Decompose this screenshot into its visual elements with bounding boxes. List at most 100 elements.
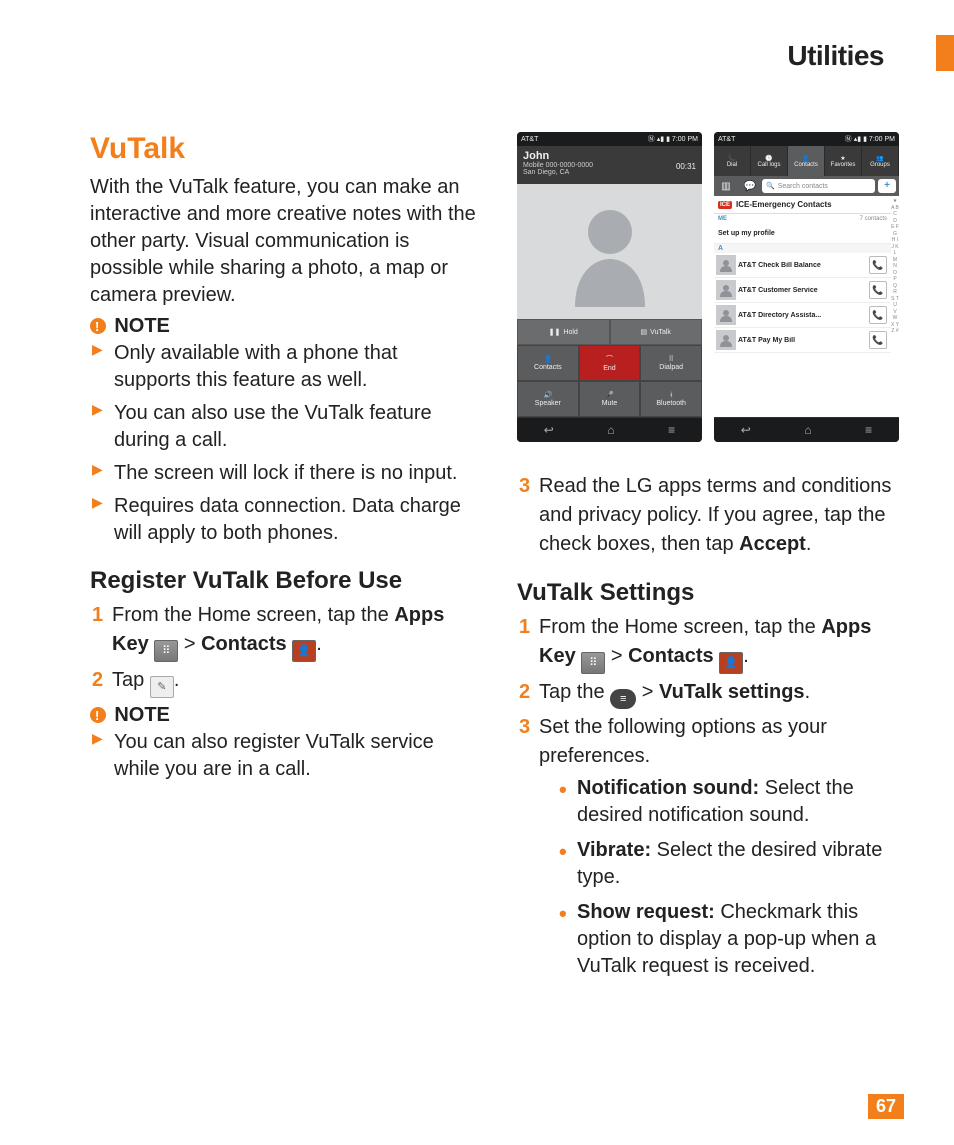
step-item: Set the following options as your prefer…: [517, 713, 904, 980]
speaker-button[interactable]: 🔊Speaker: [517, 381, 579, 417]
signal-icon: ▴▮: [657, 135, 664, 143]
figure-phone-contacts: AT&T Ⓝ▴▮▮7:00 PM 📞Dial 🕓Call logs 👤Conta…: [714, 132, 899, 442]
step-item: From the Home screen, tap the Apps Key ⠿…: [517, 613, 904, 674]
add-contact-button[interactable]: +: [878, 179, 896, 193]
person-icon: 👤: [543, 355, 552, 363]
avatar-icon: [716, 255, 736, 275]
search-icon: 🔍: [766, 182, 775, 190]
call-timer: 00:31: [676, 162, 696, 171]
subheading-register: Register VuTalk Before Use: [90, 567, 477, 595]
caller-name: John: [523, 150, 696, 162]
speaker-icon: 🔊: [543, 391, 552, 399]
end-call-button[interactable]: ⌒End: [579, 345, 641, 381]
note-icon: ▤: [641, 328, 648, 336]
contacts-icon: 👤: [292, 640, 316, 662]
continued-steps: Read the LG apps terms and conditions an…: [517, 472, 904, 559]
note-item: Only available with a phone that support…: [90, 340, 477, 394]
mute-button[interactable]: 🎤Mute: [579, 381, 641, 417]
contact-row[interactable]: AT&T Check Bill Balance 📞: [714, 253, 891, 278]
call-icon[interactable]: 📞: [869, 256, 887, 274]
dialpad-icon: ⠿: [669, 355, 674, 363]
register-steps: From the Home screen, tap the Apps Key ⠿…: [90, 601, 477, 698]
tab-call-logs[interactable]: 🕓Call logs: [751, 146, 788, 176]
apps-key-icon: ⠿: [154, 640, 178, 662]
clock-label: 7:00 PM: [869, 136, 895, 143]
alpha-scroll[interactable]: ★ A B C D E F G H I J K L M N O P Q R S …: [891, 196, 899, 417]
tab-contacts[interactable]: 👤Contacts: [788, 146, 825, 176]
tab-favorites[interactable]: ★Favorites: [825, 146, 862, 176]
subheading-settings: VuTalk Settings: [517, 579, 904, 607]
contacts-button[interactable]: 👤Contacts: [517, 345, 579, 381]
ice-badge-icon: ICE: [718, 201, 732, 209]
header-title: Utilities: [787, 40, 884, 72]
caller-location: San Diego, CA: [523, 169, 696, 176]
note-label: !NOTE: [90, 315, 477, 338]
call-icon[interactable]: 📞: [869, 331, 887, 349]
battery-icon: ▮: [666, 135, 670, 143]
bullet-item: Show request: Checkmark this option to d…: [559, 899, 904, 980]
figure-phone-in-call: AT&T Ⓝ▴▮▮7:00 PM John Mobile 000-0000-00…: [517, 132, 702, 442]
home-icon[interactable]: ⌂: [607, 423, 614, 437]
ice-row[interactable]: ICE ICE-Emergency Contacts: [714, 196, 891, 214]
note-item: Requires data connection. Data charge wi…: [90, 493, 477, 547]
bullet-item: Vibrate: Select the desired vibrate type…: [559, 837, 904, 891]
menu-icon[interactable]: ≡: [668, 423, 675, 437]
back-icon[interactable]: ↩: [741, 423, 751, 437]
hangup-icon: ⌒: [606, 354, 613, 364]
setup-profile[interactable]: Set up my profile: [714, 224, 891, 244]
bluetooth-button[interactable]: ᚼBluetooth: [640, 381, 702, 417]
dialpad-button[interactable]: ⠿Dialpad: [640, 345, 702, 381]
back-icon[interactable]: ↩: [544, 423, 554, 437]
carrier-label: AT&T: [718, 136, 735, 143]
note-item: The screen will lock if there is no inpu…: [90, 460, 477, 487]
section-title: VuTalk: [90, 132, 477, 166]
caller-number: Mobile 000-0000-0000: [523, 162, 696, 169]
menu-key-icon: ≡: [610, 689, 636, 709]
contacts-icon: 👤: [719, 652, 743, 674]
avatar-icon: [716, 330, 736, 350]
note-item: You can also use the VuTalk feature duri…: [90, 400, 477, 454]
pencil-icon: ✎: [150, 676, 174, 698]
clock-label: 7:00 PM: [672, 136, 698, 143]
page-number: 67: [868, 1094, 904, 1119]
step-item: Tap the ≡ > VuTalk settings.: [517, 678, 904, 709]
apps-key-icon: ⠿: [581, 652, 605, 674]
carrier-label: AT&T: [521, 136, 538, 143]
settings-steps: From the Home screen, tap the Apps Key ⠿…: [517, 613, 904, 980]
tab-groups[interactable]: 👥Groups: [862, 146, 899, 176]
avatar-icon: [716, 280, 736, 300]
note-item: You can also register VuTalk service whi…: [90, 729, 477, 783]
note-label: !NOTE: [90, 704, 477, 727]
step-item: Read the LG apps terms and conditions an…: [517, 472, 904, 559]
note-list: You can also register VuTalk service whi…: [90, 729, 477, 783]
avatar-icon: [716, 305, 736, 325]
call-icon[interactable]: 📞: [869, 281, 887, 299]
chat-icon[interactable]: 💬: [738, 181, 762, 192]
signal-icon: ▴▮: [854, 135, 861, 143]
contact-row[interactable]: AT&T Pay My Bill 📞: [714, 328, 891, 353]
search-placeholder: Search contacts: [778, 183, 828, 190]
tab-dial[interactable]: 📞Dial: [714, 146, 751, 176]
contact-row[interactable]: AT&T Directory Assista... 📞: [714, 303, 891, 328]
contact-row[interactable]: AT&T Customer Service 📞: [714, 278, 891, 303]
battery-icon: ▮: [863, 135, 867, 143]
history-icon[interactable]: ▥: [714, 181, 738, 192]
pause-icon: ❚❚: [549, 328, 561, 336]
step-item: From the Home screen, tap the Apps Key ⠿…: [90, 601, 477, 662]
bluetooth-icon: ᚼ: [669, 392, 673, 399]
nfc-icon: Ⓝ: [648, 134, 655, 144]
note-list: Only available with a phone that support…: [90, 340, 477, 547]
right-column: AT&T Ⓝ▴▮▮7:00 PM John Mobile 000-0000-00…: [517, 132, 904, 988]
me-row: ME7 contacts: [714, 214, 891, 224]
nfc-icon: Ⓝ: [845, 134, 852, 144]
bullet-item: Notification sound: Select the desired n…: [559, 775, 904, 829]
hold-button[interactable]: ❚❚Hold: [517, 319, 610, 345]
search-input[interactable]: 🔍 Search contacts: [762, 179, 875, 193]
call-icon[interactable]: 📞: [869, 306, 887, 324]
vutalk-button[interactable]: ▤VuTalk: [610, 319, 703, 345]
avatar-silhouette-icon: [565, 197, 655, 307]
home-icon[interactable]: ⌂: [804, 423, 811, 437]
step-item: Tap ✎.: [90, 666, 477, 698]
menu-icon[interactable]: ≡: [865, 423, 872, 437]
intro-text: With the VuTalk feature, you can make an…: [90, 174, 477, 309]
